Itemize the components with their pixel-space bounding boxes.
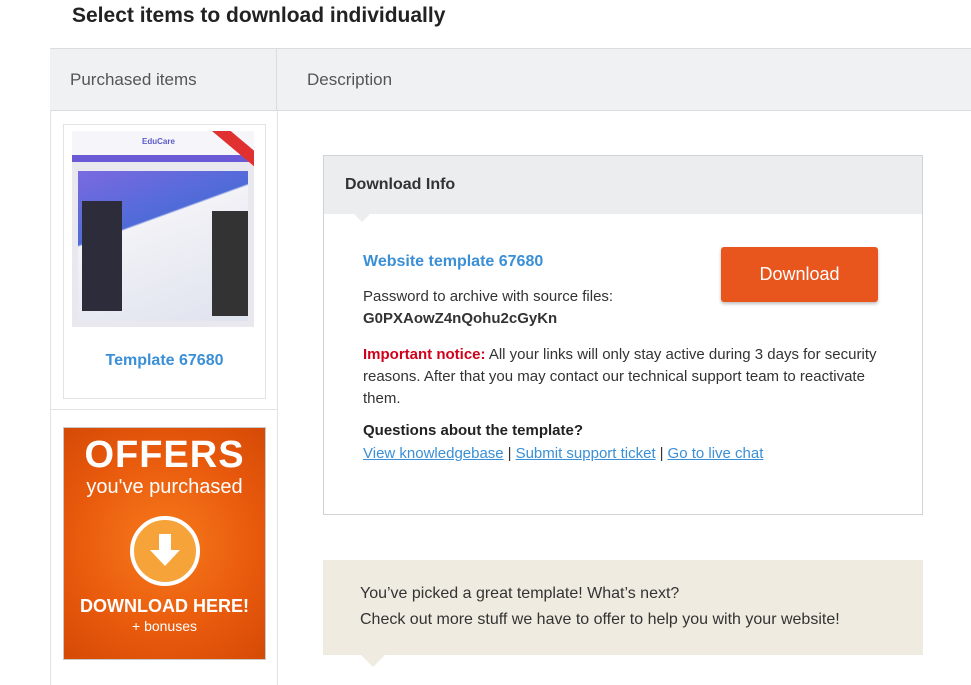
page-title: Select items to download individually bbox=[72, 4, 446, 27]
offers-title: OFFERS bbox=[84, 434, 245, 476]
thumbnail-device-right bbox=[212, 211, 248, 316]
download-button[interactable]: Download bbox=[721, 247, 878, 302]
download-info-header: Download Info bbox=[324, 156, 922, 214]
header-pointer bbox=[354, 214, 370, 222]
thumbnail-device-left bbox=[82, 201, 122, 311]
offers-banner[interactable]: OFFERS you've purchased DOWNLOAD HERE! +… bbox=[63, 427, 266, 660]
thumbnail-nav bbox=[72, 155, 254, 162]
download-info-title: Download Info bbox=[345, 176, 456, 193]
important-notice-label: Important notice: bbox=[363, 346, 486, 363]
support-links: View knowledgebase | Submit support ticket… bbox=[363, 445, 763, 462]
whats-next-line2: Check out more stuff we have to offer to… bbox=[360, 611, 840, 628]
link-separator: | bbox=[659, 445, 664, 462]
offers-bonuses-text: + bonuses bbox=[132, 618, 197, 634]
link-separator: | bbox=[507, 445, 512, 462]
whats-next-line1: You’ve picked a great template! What’s n… bbox=[360, 585, 680, 602]
download-arrow-icon bbox=[130, 516, 200, 586]
template-thumbnail[interactable]: EduCare bbox=[72, 131, 254, 327]
offers-download-text: DOWNLOAD HERE! bbox=[80, 596, 249, 616]
password-value: G0PXAowZ4nQohu2cGyKn bbox=[363, 310, 558, 327]
template-title: Website template 67680 bbox=[363, 253, 544, 270]
submit-support-ticket-link[interactable]: Submit support ticket bbox=[516, 445, 656, 462]
tab-bar: Purchased items Description bbox=[50, 48, 971, 111]
thumbnail-logo: EduCare bbox=[142, 137, 175, 146]
offers-subtitle: you've purchased bbox=[86, 476, 243, 498]
whats-next-box: You’ve picked a great template! What’s n… bbox=[323, 560, 923, 667]
purchased-item-card[interactable]: EduCare Template 67680 bbox=[63, 124, 266, 399]
tab-description[interactable]: Description bbox=[278, 49, 392, 110]
view-knowledgebase-link[interactable]: View knowledgebase bbox=[363, 445, 504, 462]
template-name-link[interactable]: Template 67680 bbox=[64, 352, 265, 370]
whats-next-pointer bbox=[361, 655, 385, 667]
live-chat-link[interactable]: Go to live chat bbox=[668, 445, 764, 462]
tab-purchased-items[interactable]: Purchased items bbox=[50, 49, 277, 110]
download-info-panel: Download Info Website template 67680 Dow… bbox=[323, 155, 923, 515]
password-label: Password to archive with source files: bbox=[363, 288, 614, 305]
questions-title: Questions about the template? bbox=[363, 422, 584, 439]
important-notice: Important notice: All your links will on… bbox=[363, 344, 893, 410]
